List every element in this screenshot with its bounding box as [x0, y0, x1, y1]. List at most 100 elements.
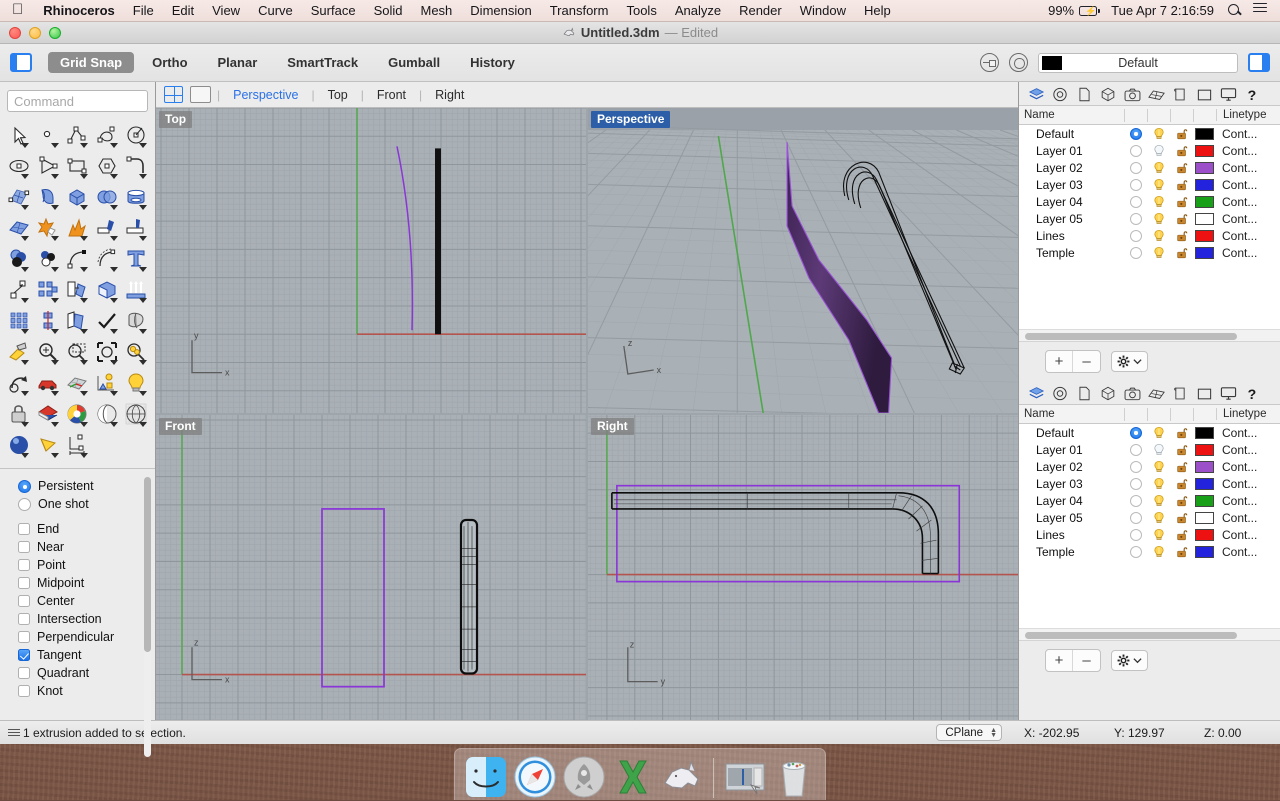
page-icon[interactable] — [1072, 84, 1096, 105]
layers-icon[interactable] — [1024, 383, 1048, 404]
notes-icon[interactable] — [1168, 383, 1192, 404]
extrude-icon[interactable] — [122, 275, 151, 305]
table-row[interactable]: Default Cont... — [1019, 424, 1280, 441]
osnap-end-checkbox[interactable]: End — [0, 520, 155, 538]
osnap-persistent-radio[interactable]: Persistent — [0, 477, 155, 495]
menu-transform[interactable]: Transform — [541, 0, 618, 22]
layout-icon[interactable] — [92, 368, 121, 398]
fillet-curve-icon[interactable] — [122, 151, 151, 181]
point-icon[interactable] — [33, 120, 62, 150]
menu-curve[interactable]: Curve — [249, 0, 302, 22]
layer-visibility-icon[interactable] — [1147, 178, 1170, 192]
menu-view[interactable]: View — [203, 0, 249, 22]
menu-dimension[interactable]: Dimension — [461, 0, 540, 22]
zoom-icon[interactable] — [33, 337, 62, 367]
move-icon[interactable] — [4, 275, 33, 305]
explode-star-icon[interactable] — [33, 213, 62, 243]
table-row[interactable]: Layer 05 Cont... — [1019, 509, 1280, 526]
layer-lock-icon[interactable] — [1170, 528, 1193, 542]
surface-grid-icon[interactable] — [4, 213, 33, 243]
current-layer-radio[interactable] — [1124, 444, 1147, 456]
current-layer-radio[interactable] — [1124, 247, 1147, 259]
menu-file[interactable]: File — [124, 0, 163, 22]
grid-icon[interactable] — [63, 368, 92, 398]
grid-snap-toggle[interactable]: Grid Snap — [48, 52, 134, 73]
boolean-difference-icon[interactable] — [33, 244, 62, 274]
properties-icon[interactable] — [1048, 383, 1072, 404]
layer-lock-icon[interactable] — [1170, 460, 1193, 474]
light-icon[interactable] — [122, 368, 151, 398]
layer-visibility-icon[interactable] — [1147, 528, 1170, 542]
remove-layer-button[interactable]: – — [1073, 351, 1100, 372]
table-row[interactable]: Layer 02 Cont... — [1019, 159, 1280, 176]
current-layer-radio[interactable] — [1124, 427, 1147, 439]
toggle-right-panel-button[interactable] — [1248, 53, 1270, 72]
viewport-front-label[interactable]: Front — [159, 418, 202, 435]
flow-icon[interactable] — [63, 306, 92, 336]
zoom-extents-icon[interactable] — [92, 337, 121, 367]
planar-toggle[interactable]: Planar — [206, 52, 270, 73]
layer-lock-icon[interactable] — [1170, 229, 1193, 243]
ortho-toggle[interactable]: Ortho — [140, 52, 199, 73]
table-row[interactable]: Layer 02 Cont... — [1019, 458, 1280, 475]
menu-window[interactable]: Window — [791, 0, 855, 22]
viewport-perspective[interactable]: Perspective — [588, 108, 1018, 413]
layer-lock-icon[interactable] — [1170, 195, 1193, 209]
display-icon[interactable] — [1192, 84, 1216, 105]
layer-lock-icon[interactable] — [1170, 545, 1193, 559]
layer-visibility-icon[interactable] — [1147, 426, 1170, 440]
current-layer-radio[interactable] — [1124, 196, 1147, 208]
current-layer-radio[interactable] — [1124, 145, 1147, 157]
layer-lock-icon[interactable] — [1170, 443, 1193, 457]
menu-solid[interactable]: Solid — [365, 0, 412, 22]
battery-icon[interactable]: ⚡ — [1077, 0, 1104, 22]
table-row[interactable]: Layer 04 Cont... — [1019, 193, 1280, 210]
current-layer-radio[interactable] — [1124, 461, 1147, 473]
layer-color-swatch[interactable] — [1193, 230, 1216, 242]
lock-icon[interactable] — [4, 399, 33, 429]
layer-visibility-icon[interactable] — [1147, 246, 1170, 260]
loft-icon[interactable] — [33, 182, 62, 212]
cap-icon[interactable] — [92, 275, 121, 305]
osnap-near-checkbox[interactable]: Near — [0, 538, 155, 556]
layer-color-swatch[interactable] — [1193, 478, 1216, 490]
layer-lock-icon[interactable] — [1170, 494, 1193, 508]
table-row[interactable]: Layer 01 Cont... — [1019, 441, 1280, 458]
help-icon[interactable]: ? — [1240, 383, 1264, 404]
viewport-right-label[interactable]: Right — [591, 418, 634, 435]
cylinder-icon[interactable] — [122, 182, 151, 212]
zoom-selected-icon[interactable] — [122, 337, 151, 367]
current-layer-radio[interactable] — [1124, 179, 1147, 191]
layer-color-swatch[interactable] — [1193, 128, 1216, 140]
menu-help[interactable]: Help — [855, 0, 900, 22]
menu-surface[interactable]: Surface — [302, 0, 365, 22]
ellipse-icon[interactable] — [4, 151, 33, 181]
camera-icon[interactable] — [33, 430, 62, 460]
table-row[interactable]: Layer 03 Cont... — [1019, 176, 1280, 193]
viewport-perspective-label[interactable]: Perspective — [591, 111, 670, 128]
current-layer-radio[interactable] — [1124, 512, 1147, 524]
osnap-oneshot-radio[interactable]: One shot — [0, 495, 155, 513]
render-icon[interactable] — [1144, 383, 1168, 404]
circle-icon[interactable] — [122, 120, 151, 150]
layer-color-swatch[interactable] — [1193, 247, 1216, 259]
layer-visibility-icon[interactable] — [1147, 127, 1170, 141]
display-icon[interactable] — [1192, 383, 1216, 404]
current-layer-radio[interactable] — [1124, 546, 1147, 558]
trash-icon[interactable] — [773, 756, 815, 798]
table-row[interactable]: Lines Cont... — [1019, 526, 1280, 543]
finder-icon[interactable] — [465, 756, 507, 798]
color-wheel-icon[interactable] — [63, 399, 92, 429]
smarttrack-toggle[interactable]: SmartTrack — [275, 52, 370, 73]
sphere-shade-icon[interactable] — [92, 399, 121, 429]
current-layer-radio[interactable] — [1124, 478, 1147, 490]
current-layer-radio[interactable] — [1124, 529, 1147, 541]
layer-color-swatch[interactable] — [1193, 179, 1216, 191]
tab-front[interactable]: Front — [364, 88, 419, 102]
current-layer-radio[interactable] — [1124, 162, 1147, 174]
tab-top[interactable]: Top — [315, 88, 361, 102]
render-sphere-icon[interactable] — [4, 430, 33, 460]
sphere-grid-icon[interactable] — [122, 399, 151, 429]
monitor-icon[interactable] — [1216, 383, 1240, 404]
layer-lock-icon[interactable] — [1170, 144, 1193, 158]
